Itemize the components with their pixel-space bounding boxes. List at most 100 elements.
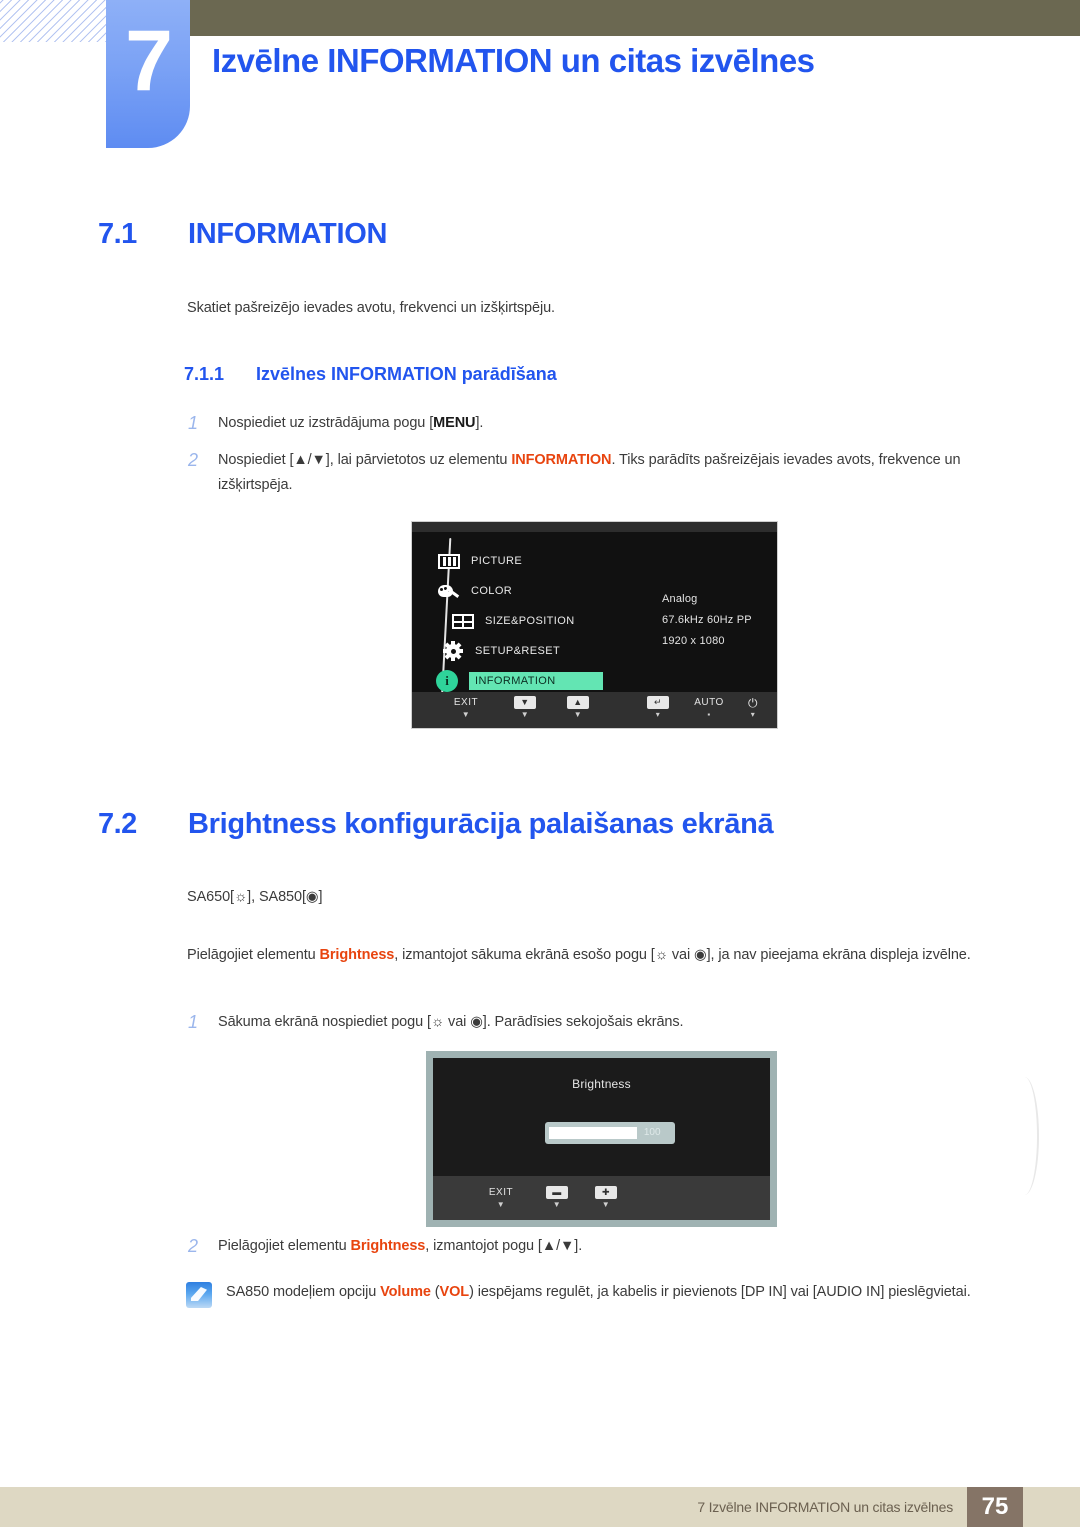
step-text: Nospiediet uz izstrādājuma pogu [MENU].	[218, 411, 483, 436]
keyword-volume: Volume	[380, 1284, 431, 1300]
paragraph-post: , izmantojot sākuma ekrānā esošo pogu [☼…	[394, 947, 971, 963]
step-item: 1 Sākuma ekrānā nospiediet pogu [☼ vai ◉…	[188, 1010, 988, 1035]
osd-button-exit[interactable]: EXIT ▼	[475, 1186, 527, 1210]
color-palette-icon	[436, 581, 462, 601]
osd-info-source: Analog	[662, 593, 698, 605]
osd-info-frequency: 67.6kHz 60Hz PP	[662, 614, 752, 626]
osd-menu-label: PICTURE	[471, 555, 523, 567]
osd-button-label: AUTO	[694, 697, 724, 708]
step-number: 2	[188, 450, 199, 470]
section-711-title: Izvēlnes INFORMATION parādīšana	[256, 364, 557, 384]
document-page: 7 Izvēlne INFORMATION un citas izvēlnes …	[0, 0, 1080, 1527]
keyword-information: INFORMATION	[511, 452, 612, 468]
osd-button-plus[interactable]: ✚ ▼	[585, 1186, 627, 1210]
osd-button-label: EXIT	[488, 1187, 514, 1198]
note-mid: (	[430, 1284, 440, 1300]
osd-button-label: EXIT	[453, 697, 479, 708]
gear-icon	[440, 641, 466, 661]
osd-menu-label: COLOR	[471, 585, 513, 597]
step-text-pre: Nospiediet uz izstrādājuma pogu [	[218, 415, 434, 431]
brightness-slider[interactable]: 100	[545, 1122, 675, 1144]
hatch-decoration	[0, 0, 106, 42]
section-71-heading: 7.1 INFORMATION	[98, 218, 387, 251]
size-position-icon	[450, 611, 476, 631]
section-71-intro: Skatiet pašreizējo ievades avotu, frekve…	[187, 300, 555, 316]
power-icon: ⏻	[748, 696, 758, 710]
page-number: 75	[967, 1487, 1023, 1527]
step-text-pre: Pielāgojiet elementu	[218, 1238, 351, 1254]
osd-curve-decoration	[1015, 1077, 1039, 1195]
osd-button-label: ▲	[567, 696, 589, 709]
section-72-title: Brightness konfigurācija palaišanas ekrā…	[188, 808, 774, 840]
step-text-pre: Nospiediet [▲/▼], lai pārvietotos uz ele…	[218, 452, 512, 468]
section-71-title: INFORMATION	[188, 218, 388, 250]
osd-button-label: ▬	[546, 1186, 568, 1199]
note-block: SA850 modeļiem opciju Volume (VOL) iespē…	[186, 1280, 1006, 1308]
chapter-number: 7	[125, 13, 173, 109]
osd-button-minus[interactable]: ▬ ▼	[536, 1186, 578, 1210]
step-text: Sākuma ekrānā nospiediet pogu [☼ vai ◉].…	[218, 1014, 684, 1030]
keyword-brightness: Brightness	[350, 1238, 426, 1254]
osd-menu-item-size-position[interactable]: SIZE&POSITION	[436, 606, 603, 636]
page-footer: 7 Izvēlne INFORMATION un citas izvēlnes …	[0, 1487, 1080, 1527]
osd-titlebar	[412, 522, 777, 532]
section-72-heading: 7.2 Brightness konfigurācija palaišanas …	[98, 808, 774, 841]
info-icon: i	[434, 670, 460, 692]
osd-button-label: ↵	[647, 696, 669, 709]
step-number: 1	[188, 413, 199, 433]
note-pre: SA850 modeļiem opciju	[226, 1284, 381, 1300]
picture-icon	[436, 551, 462, 571]
osd-menu-item-picture[interactable]: PICTURE	[436, 546, 603, 576]
section-72-number: 7.2	[98, 808, 137, 840]
step-number: 1	[188, 1012, 199, 1032]
osd-button-enter[interactable]: ↵ ▾	[637, 696, 679, 720]
osd-button-label: ▼	[514, 696, 536, 709]
note-pencil-icon	[186, 1282, 212, 1308]
header-olive-bar	[190, 0, 1080, 36]
osd-body: PICTURE COLOR SIZE&POSITION SETUP&RESET …	[412, 532, 777, 704]
menu-key-label: MENU	[433, 415, 476, 431]
osd-button-down[interactable]: ▼ ▼	[504, 696, 546, 720]
osd-button-label: ✚	[595, 1186, 617, 1199]
section-711-number: 7.1.1	[184, 364, 225, 384]
keyword-vol: VOL	[439, 1284, 470, 1300]
section-711-heading: 7.1.1 Izvēlnes INFORMATION parādīšana	[184, 364, 557, 385]
chapter-tab: 7	[106, 0, 190, 148]
osd-information-screenshot: PICTURE COLOR SIZE&POSITION SETUP&RESET …	[411, 521, 1039, 1195]
osd-button-exit[interactable]: EXIT ▼	[440, 696, 492, 720]
brightness-value: 100	[643, 1127, 661, 1138]
osd-button-power[interactable]: ⏻ ▾	[736, 696, 770, 720]
osd-menu-list: PICTURE COLOR SIZE&POSITION SETUP&RESET …	[436, 546, 603, 696]
note-text: SA850 modeļiem opciju Volume (VOL) iespē…	[226, 1280, 971, 1308]
osd-menu-item-color[interactable]: COLOR	[436, 576, 603, 606]
step-number: 2	[188, 1236, 199, 1256]
osd-button-up[interactable]: ▲ ▼	[557, 696, 599, 720]
note-post: ) iespējams regulēt, ja kabelis ir pievi…	[469, 1284, 971, 1300]
osd-brightness-footer: EXIT ▼ ▬ ▼ ✚ ▼	[433, 1176, 770, 1220]
step-text-post: , izmantojot pogu [▲/▼].	[425, 1238, 583, 1254]
osd-menu-item-setup-reset[interactable]: SETUP&RESET	[436, 636, 603, 666]
brightness-slider-fill	[549, 1127, 637, 1139]
osd-footer-bar: EXIT ▼ ▼ ▼ ▲ ▼ ↵ ▾ AUTO ▪ ⏻ ▾	[412, 692, 777, 728]
osd-brightness-screenshot: Brightness 100 EXIT ▼ ▬ ▼ ✚ ▼	[426, 1051, 777, 1227]
osd-button-auto[interactable]: AUTO ▪	[684, 696, 734, 720]
section-72-paragraph: Pielāgojiet elementu Brightness, izmanto…	[187, 944, 987, 966]
step-item: 2 Nospiediet [▲/▼], lai pārvietotos uz e…	[188, 448, 988, 499]
step-item: 1 Nospiediet uz izstrādājuma pogu [MENU]…	[188, 411, 988, 436]
chapter-title: Izvēlne INFORMATION un citas izvēlnes	[212, 42, 815, 79]
osd-info-resolution: 1920 x 1080	[662, 635, 725, 647]
step-text: Nospiediet [▲/▼], lai pārvietotos uz ele…	[218, 448, 988, 499]
paragraph-pre: Pielāgojiet elementu	[187, 947, 320, 963]
step-text: Pielāgojiet elementu Brightness, izmanto…	[218, 1234, 582, 1259]
keyword-brightness: Brightness	[319, 947, 395, 963]
step-text-post: ].	[475, 415, 484, 431]
osd-menu-label: INFORMATION	[469, 672, 603, 690]
footer-chapter-text: 7 Izvēlne INFORMATION un citas izvēlnes	[697, 1499, 953, 1515]
step-item: 2 Pielāgojiet elementu Brightness, izman…	[188, 1234, 988, 1259]
osd-menu-label: SETUP&RESET	[475, 645, 561, 657]
osd-brightness-inner: Brightness 100 EXIT ▼ ▬ ▼ ✚ ▼	[433, 1058, 770, 1220]
osd-menu-label: SIZE&POSITION	[485, 615, 575, 627]
section-72-models: SA650[☼], SA850[◉]	[187, 889, 323, 905]
osd-brightness-title: Brightness	[572, 1077, 631, 1091]
section-71-number: 7.1	[98, 218, 137, 250]
